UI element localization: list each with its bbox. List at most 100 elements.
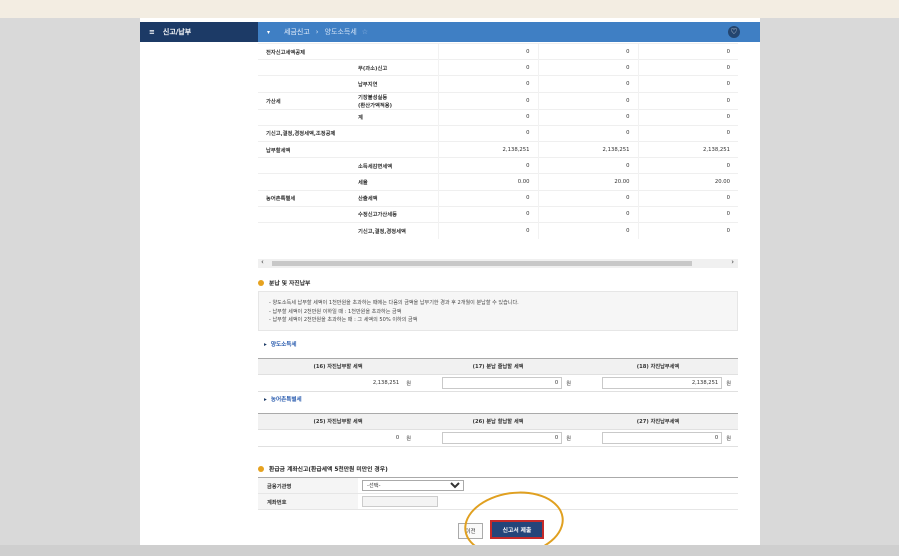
value-cell: 0: [537, 157, 638, 174]
payment-table-header: (16) 자진납부할 세액 (17) 분납 줄납할 세액 (18) 자진납부세액: [258, 359, 738, 375]
transfer-tax-label: 양도소득세: [270, 342, 297, 348]
row-category-label: [258, 221, 346, 239]
bank-name-select[interactable]: -선택-: [362, 480, 464, 491]
value-cell: 0.00: [437, 173, 538, 190]
horizontal-scrollbar[interactable]: ‹ ›: [258, 258, 738, 268]
row-category-label: [258, 157, 346, 174]
final-payment-amount-field[interactable]: 2,138,251: [602, 377, 723, 389]
self-payment-amount: 2,138,251: [372, 380, 400, 386]
top-navigation-bar: ≡ 신고/납부 ▾ 세금신고 › 양도소득세 ☆ ♡: [140, 22, 760, 42]
column-header: (27) 자진납부세액: [636, 419, 680, 425]
column-header: (26) 분납 할납할 세액: [472, 419, 524, 425]
row-item-text: 계: [358, 115, 363, 122]
nav-home-label: 신고/납부: [162, 28, 192, 36]
column-header: (25) 자진납부할 세액: [313, 419, 363, 425]
won-unit: 원: [406, 380, 411, 387]
row-item-text: 기신고,결정,경정세액: [358, 228, 406, 235]
heart-icon[interactable]: ♡: [728, 26, 740, 38]
chevron-down-icon[interactable]: ▾: [267, 29, 270, 36]
row-item-text: 납부지연: [358, 81, 378, 88]
installment-amount-input[interactable]: 0: [442, 377, 563, 389]
triangle-right-icon: ▸: [264, 342, 267, 348]
value-cell: 0: [637, 75, 738, 93]
refund-account-form: 금융기관명 -선택- 계좌번호: [258, 477, 738, 510]
column-header: (17) 분납 줄납할 세액: [472, 364, 524, 370]
breadcrumb-item-tax-filing[interactable]: 세금신고: [284, 27, 310, 37]
bank-name-row: 금융기관명 -선택-: [258, 478, 738, 494]
transfer-tax-payment-table: (16) 자진납부할 세액 (17) 분납 줄납할 세액 (18) 자진납부세액…: [258, 358, 738, 392]
submit-return-button[interactable]: 신고서 제출: [490, 520, 544, 539]
won-unit: 원: [726, 435, 731, 442]
row-category-label: 기신고,결정,경정세액,조정공제: [258, 124, 346, 142]
value-cell: 0: [637, 91, 738, 110]
value-cell: 0: [437, 221, 538, 239]
breadcrumb-separator-icon: ›: [315, 28, 319, 36]
value-cell: 0: [537, 42, 638, 60]
final-payment-cell: 0 원: [578, 432, 738, 444]
tax-table-row: 납부지연 0 0 0: [258, 75, 738, 93]
row-item-label: [346, 140, 438, 158]
tax-table-row: 소득세감면세액 0 0 0: [258, 157, 738, 174]
nav-home-menu[interactable]: ≡ 신고/납부: [140, 22, 258, 42]
tax-calculation-table: 전자신고세액공제 0 0 0 무(과소)신고 0 0 0 납부지연 0 0 0 가산세 기장불성실등 (환산…: [258, 42, 738, 239]
account-number-row: 계좌번호: [258, 494, 738, 510]
row-item-label: 세율: [346, 173, 438, 190]
rural-tax-subtitle: ▸ 농어촌특별세: [264, 395, 302, 403]
breadcrumb-item-transfer-tax[interactable]: 양도소득세: [325, 27, 357, 37]
scroll-left-arrow-icon[interactable]: ‹: [261, 258, 264, 266]
value-cell: 0: [637, 59, 738, 76]
bottom-background-strip: [0, 545, 899, 556]
row-item-text: 산출세액: [358, 196, 378, 203]
value-cell: 2,138,251: [637, 140, 738, 158]
notice-line: - 납부할 세액이 2천만원 이하일 때 : 1천만원을 초과하는 금액: [269, 308, 402, 315]
final-payment-amount-field[interactable]: 0: [602, 432, 723, 444]
payment-table-header: (25) 자진납부할 세액 (26) 분납 할납할 세액 (27) 자진납부세액: [258, 414, 738, 430]
value-cell: 2,138,251: [537, 140, 638, 158]
account-number-input[interactable]: [362, 496, 438, 507]
value-cell: 0: [537, 75, 638, 93]
value-cell: 0: [637, 108, 738, 126]
won-unit: 원: [406, 435, 411, 442]
value-cell: 0: [537, 91, 638, 110]
row-item-label: 기장불성실등 (환산가액적용): [346, 91, 438, 110]
row-item-label: [346, 124, 438, 142]
tax-table-row: 기신고,결정,경정세액 0 0 0: [258, 221, 738, 239]
section-bullet-icon: [258, 279, 264, 286]
payment-table-row: 2,138,251 원 0 원 2,138,251 원: [258, 375, 738, 392]
menu-icon[interactable]: ≡: [149, 28, 155, 36]
notice-line: - 납부할 세액이 2천만원을 초과하는 때 : 그 세액의 50% 이하의 금…: [269, 317, 418, 324]
previous-button[interactable]: 이전: [458, 523, 483, 539]
value-cell: 0: [437, 91, 538, 110]
tax-table-row: 계000: [258, 108, 738, 126]
value-cell: 2,138,251: [437, 140, 538, 158]
tax-form-page: ≡ 신고/납부 ▾ 세금신고 › 양도소득세 ☆ ♡ 전자신고세액공제 0 0 0 무(…: [140, 18, 760, 556]
value-cell: 0: [637, 124, 738, 142]
value-cell: 0: [437, 157, 538, 174]
row-item-label: 납부지연: [346, 75, 438, 93]
value-cell: 0: [637, 221, 738, 239]
value-cell: 20.00: [537, 173, 638, 190]
top-background-strip: [0, 0, 899, 18]
star-icon[interactable]: ☆: [362, 28, 368, 36]
refund-account-section-title: 환급금 계좌신고(환급세액 5천만원 미만인 경우): [258, 464, 388, 473]
value-cell: 0: [437, 124, 538, 142]
value-cell: 20.00: [637, 173, 738, 190]
tax-table-row: 가산세 기장불성실등 (환산가액적용) 0 0 0: [258, 91, 738, 110]
value-cell: 0: [537, 108, 638, 126]
row-category-label: [258, 59, 346, 76]
row-category-label: 농어촌특별세: [258, 189, 346, 207]
installment-section-title: 분납 및 자진납부: [258, 278, 310, 287]
installment-notice-box: - 양도소득세 납부할 세액이 1천만원을 초과하는 때에는 다음의 금액을 납…: [258, 291, 738, 331]
row-category-label: [258, 173, 346, 190]
scroll-right-arrow-icon[interactable]: ›: [731, 258, 734, 266]
value-cell: 0: [537, 221, 638, 239]
tax-table-row: 세율 0.00 20.00 20.00: [258, 173, 738, 190]
nav-breadcrumb-bar: ▾ 세금신고 › 양도소득세 ☆ ♡: [258, 22, 760, 42]
self-payment-cell: 0 원: [258, 435, 418, 442]
installment-title-text: 분납 및 자진납부: [269, 281, 311, 287]
bank-name-label: 금융기관명: [258, 478, 358, 493]
scrollbar-thumb[interactable]: [272, 261, 692, 266]
installment-amount-input[interactable]: 0: [442, 432, 563, 444]
value-cell: 0: [437, 42, 538, 60]
tax-table-row: 농어촌특별세 산출세액 0 0 0: [258, 189, 738, 207]
